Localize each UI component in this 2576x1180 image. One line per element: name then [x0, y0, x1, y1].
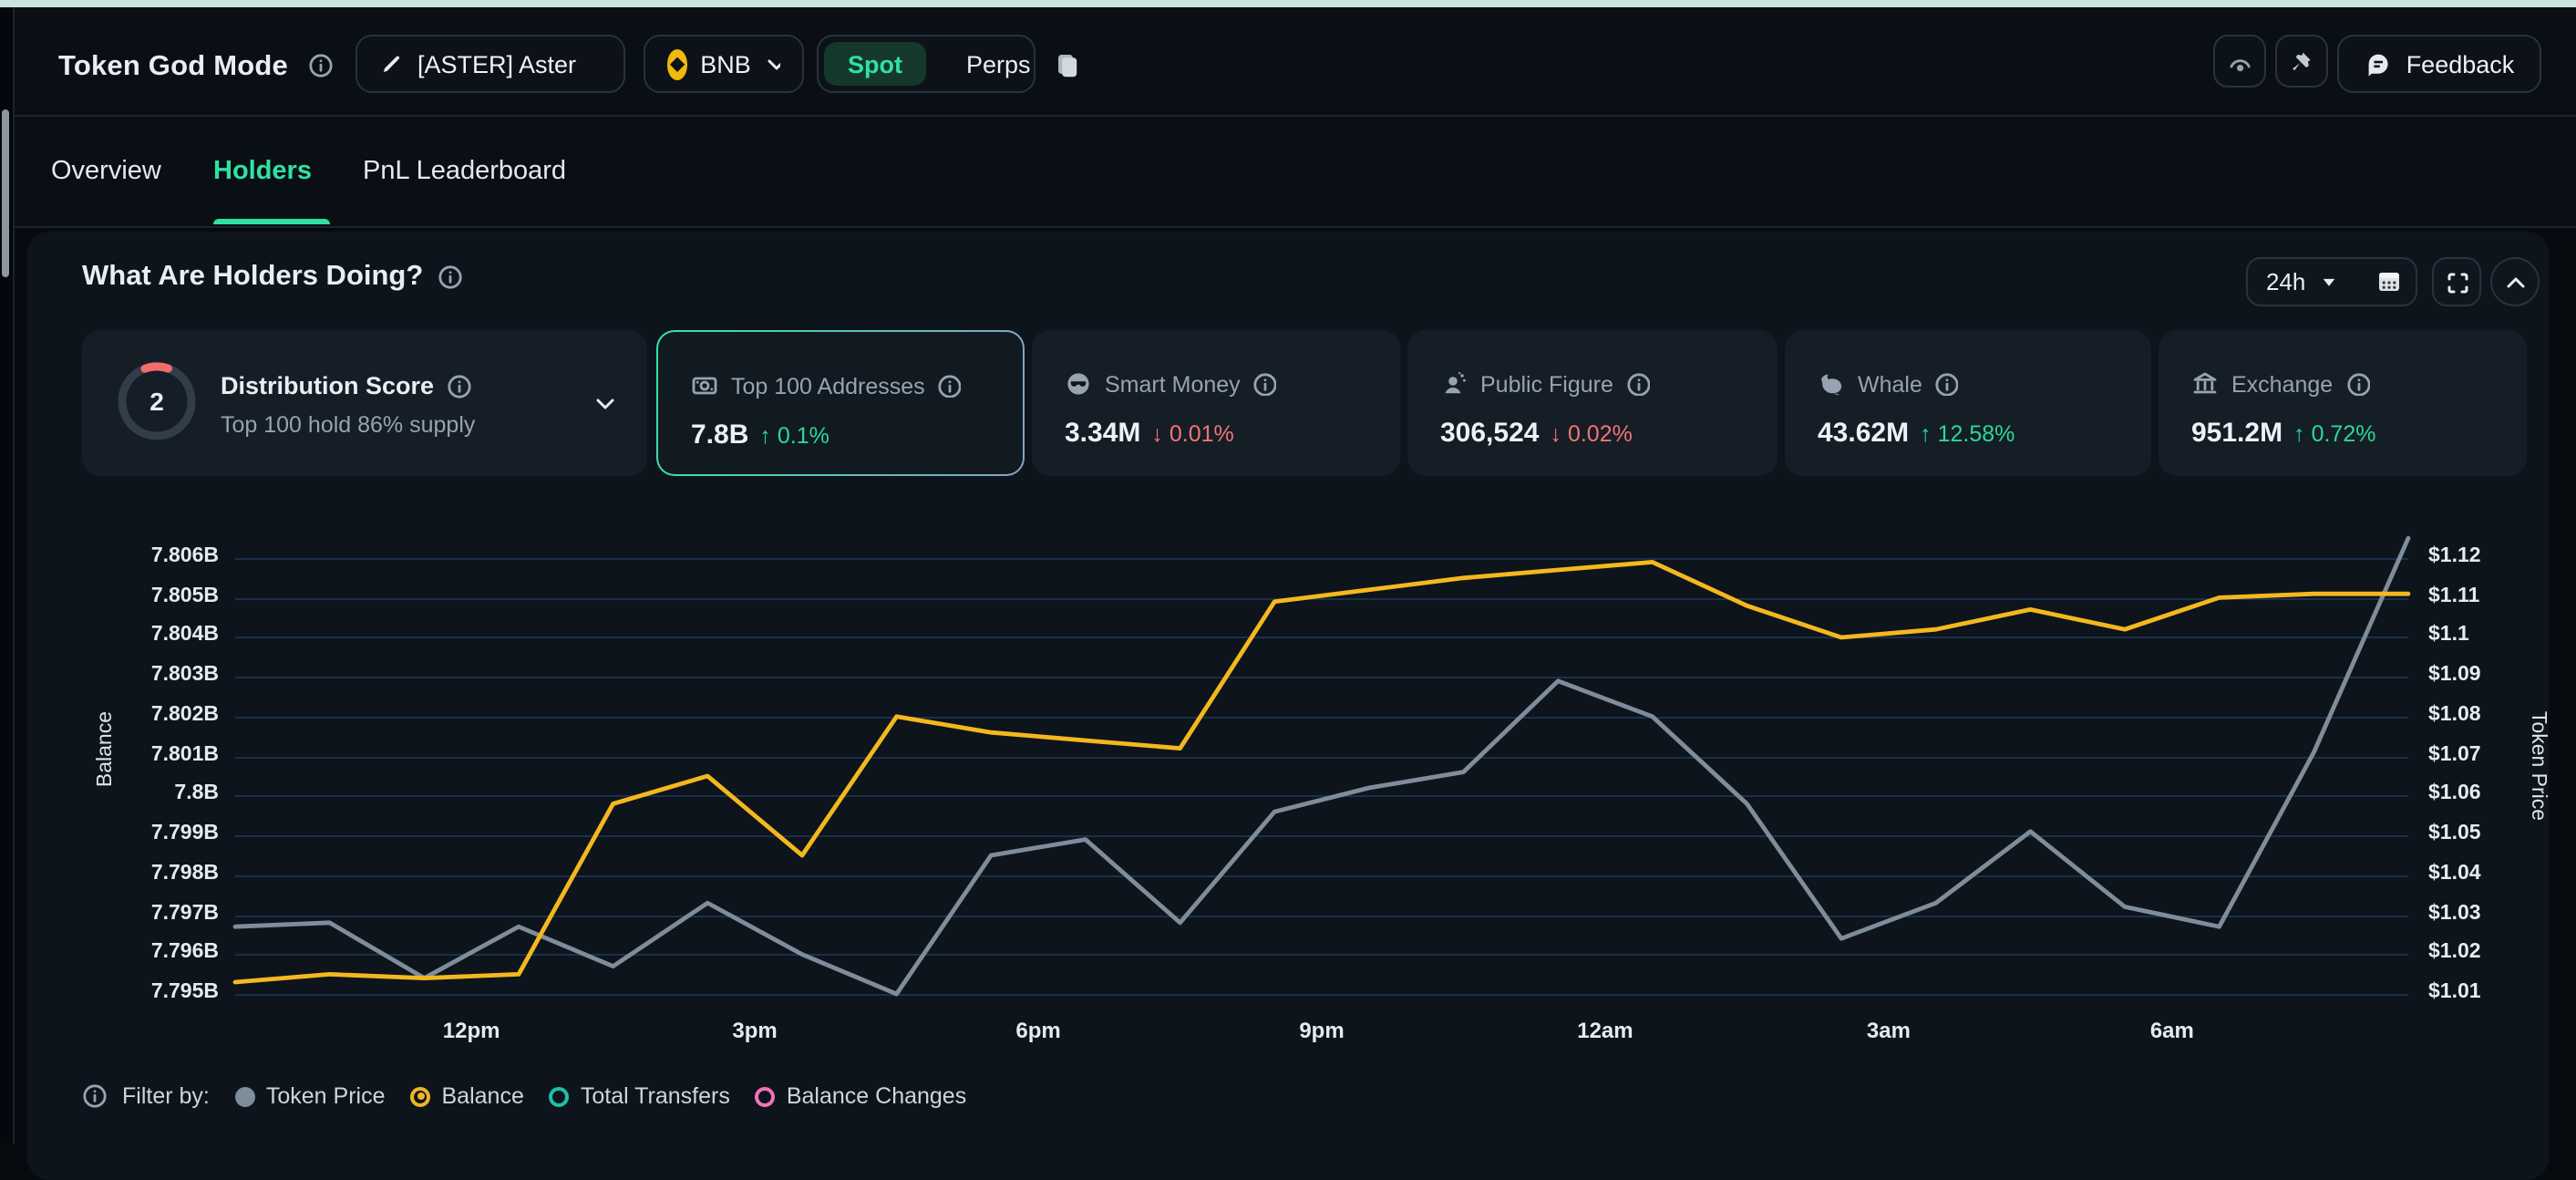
token-select-label: [ASTER] Aster — [417, 50, 576, 78]
chevron-up-icon — [2502, 269, 2528, 295]
time-range-dropdown[interactable]: 24h — [2248, 259, 2356, 305]
page-title: Token God Mode — [58, 51, 335, 84]
legend-balance-changes[interactable]: Balance Changes — [756, 1083, 966, 1109]
section-title: What Are Holders Doing? — [82, 261, 463, 294]
calendar-button[interactable] — [2356, 259, 2420, 305]
card-label: Distribution Score — [221, 372, 472, 399]
chart-filter-legend: Filter by: Token Price Balance Total Tra… — [82, 1083, 966, 1109]
card-value: 951.2M — [2191, 418, 2282, 449]
card-change: ↓ 0.02% — [1550, 421, 1632, 447]
balance-marker — [411, 1086, 431, 1106]
card-change: ↑ 0.1% — [759, 423, 829, 449]
card-label: Public Figure — [1480, 371, 1613, 397]
spot-toggle[interactable]: Spot — [824, 42, 926, 86]
active-tab-underline — [213, 219, 330, 224]
chevron-down-icon — [2318, 272, 2338, 292]
info-icon[interactable] — [309, 53, 335, 78]
card-change: ↓ 0.01% — [1151, 421, 1233, 447]
copy-icon[interactable] — [1054, 51, 1083, 80]
feedback-label: Feedback — [2406, 50, 2515, 78]
total-transfers-marker — [550, 1086, 570, 1106]
market-toggle: Spot Perps — [817, 35, 1036, 93]
card-change: ↑ 12.58% — [1920, 421, 2014, 447]
left-axis-title: Balance — [95, 711, 117, 787]
card-value: 43.62M — [1818, 418, 1909, 449]
exchange-card[interactable]: Exchange 951.2M ↑ 0.72% — [2159, 330, 2527, 476]
info-icon[interactable] — [447, 373, 472, 399]
info-icon[interactable] — [938, 374, 962, 398]
fullscreen-button[interactable] — [2432, 257, 2481, 306]
distribution-score-card[interactable]: 2 Distribution Score Top 100 hold 86% su… — [82, 330, 647, 476]
money-icon — [691, 372, 718, 399]
info-icon[interactable] — [1253, 372, 1277, 396]
bnb-coin-icon: ◆ — [667, 48, 687, 79]
card-value: 306,524 — [1440, 418, 1539, 449]
pencil-icon — [379, 51, 405, 77]
chevron-down-icon[interactable] — [592, 390, 618, 416]
pin-icon — [2288, 48, 2315, 74]
card-label: Top 100 Addresses — [731, 373, 925, 399]
token-select-button[interactable]: [ASTER] Aster — [355, 35, 625, 93]
tab-pnl-leaderboard[interactable]: PnL Leaderboard — [363, 157, 566, 186]
right-axis-title: Token Price — [2527, 711, 2549, 821]
time-range-value: 24h — [2266, 268, 2305, 295]
calendar-icon — [2375, 268, 2402, 295]
legend-total-transfers[interactable]: Total Transfers — [550, 1083, 730, 1109]
whale-icon — [1818, 370, 1845, 398]
token-god-mode-page: Token God Mode [ASTER] Aster ◆ BNB Spot … — [0, 0, 2576, 1144]
watchlist-button[interactable] — [2213, 35, 2266, 88]
perps-toggle[interactable]: Perps — [944, 50, 1053, 78]
balance-changes-marker — [756, 1086, 776, 1106]
exchange-icon — [2191, 370, 2219, 398]
chain-select-button[interactable]: ◆ BNB — [644, 35, 804, 93]
token-price-marker — [235, 1086, 255, 1106]
card-value: 3.34M — [1065, 418, 1140, 449]
tab-holders[interactable]: Holders — [213, 157, 312, 186]
watch-icon — [2226, 48, 2253, 74]
info-icon — [82, 1083, 108, 1109]
legend-balance[interactable]: Balance — [411, 1083, 524, 1109]
pin-button[interactable] — [2275, 35, 2328, 88]
whale-card[interactable]: Whale 43.62M ↑ 12.58% — [1785, 330, 2151, 476]
smart-money-card[interactable]: Smart Money 3.34M ↓ 0.01% — [1032, 330, 1400, 476]
tab-bar: Overview Holders PnL Leaderboard — [15, 117, 2576, 228]
smart-money-icon — [1065, 370, 1092, 398]
info-icon[interactable] — [2345, 372, 2369, 396]
public-figure-icon — [1440, 370, 1468, 398]
left-scrollbar-thumb[interactable] — [2, 109, 9, 277]
info-icon[interactable] — [1626, 372, 1650, 396]
card-label: Whale — [1858, 371, 1922, 397]
info-icon[interactable] — [1935, 372, 1959, 396]
feedback-button[interactable]: Feedback — [2337, 35, 2541, 93]
chevron-down-icon — [764, 51, 780, 77]
card-value: 7.8B — [691, 419, 748, 450]
header-bar: Token God Mode [ASTER] Aster ◆ BNB Spot … — [15, 7, 2576, 117]
card-change: ↑ 0.72% — [2293, 421, 2375, 447]
card-label: Smart Money — [1105, 371, 1241, 397]
info-icon[interactable] — [438, 264, 463, 290]
score-value: 2 — [115, 359, 199, 443]
speech-bubble-icon — [2365, 50, 2392, 78]
browser-top-strip — [0, 0, 2576, 7]
top-100-addresses-card[interactable]: Top 100 Addresses 7.8B ↑ 0.1% — [656, 330, 1025, 476]
card-subtitle: Top 100 hold 86% supply — [221, 412, 475, 438]
card-label: Exchange — [2231, 371, 2333, 397]
time-range-control: 24h — [2246, 257, 2417, 306]
public-figure-card[interactable]: Public Figure 306,524 ↓ 0.02% — [1407, 330, 1777, 476]
chain-label: BNB — [700, 50, 751, 78]
fullscreen-icon — [2444, 269, 2469, 295]
filter-by-label: Filter by: — [122, 1083, 210, 1109]
tab-overview[interactable]: Overview — [51, 157, 161, 186]
legend-token-price[interactable]: Token Price — [235, 1083, 386, 1109]
collapse-button[interactable] — [2490, 257, 2540, 306]
